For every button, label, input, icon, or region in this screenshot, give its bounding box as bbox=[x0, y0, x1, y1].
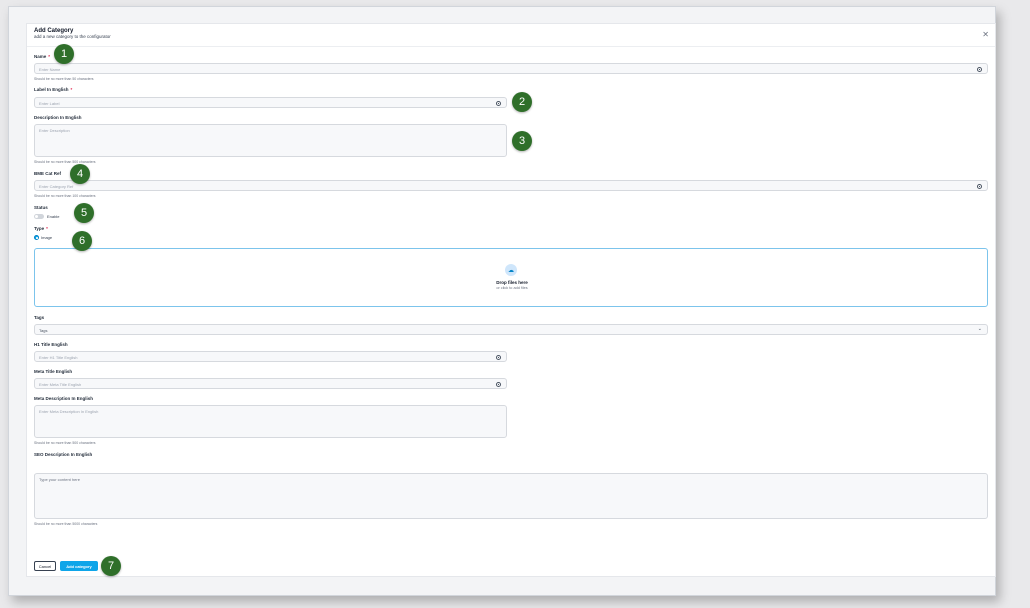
annotation-badge-6: 6 bbox=[72, 231, 92, 251]
annotation-badge-2: 2 bbox=[512, 92, 532, 112]
label-en-placeholder: Enter Label bbox=[39, 101, 60, 106]
description-en-hint: Should be no more than 500 characters bbox=[34, 160, 96, 164]
info-icon bbox=[977, 67, 982, 72]
annotation-badge-7: 7 bbox=[101, 556, 121, 576]
info-icon bbox=[496, 355, 501, 360]
add-category-dialog: Add Category add a new category to the c… bbox=[26, 23, 996, 577]
annotation-badge-5: 5 bbox=[74, 203, 94, 223]
seo-description-label: SEO Description In English bbox=[34, 452, 93, 457]
tags-label: Tags bbox=[34, 315, 45, 320]
annotation-badge-4: 4 bbox=[70, 164, 90, 184]
annotation-badge-3: 3 bbox=[512, 131, 532, 151]
label-en-label-text: Label In English bbox=[34, 87, 69, 92]
dialog-subtitle: add a new category to the configurator bbox=[34, 34, 111, 39]
label-en-label: Label In English * bbox=[34, 87, 72, 92]
meta-title-placeholder: Enter Meta Title English bbox=[39, 382, 82, 387]
type-image-label: Image bbox=[41, 235, 53, 240]
header-divider bbox=[27, 46, 995, 47]
dropzone-title: Drop files here bbox=[496, 280, 528, 285]
tags-select[interactable]: Tags ⌄ bbox=[34, 324, 988, 335]
info-icon bbox=[496, 101, 501, 106]
annotation-badge-1: 1 bbox=[54, 44, 74, 64]
seo-description-placeholder: Type your content here bbox=[39, 477, 80, 482]
type-image-radio[interactable] bbox=[34, 235, 39, 240]
required-marker: * bbox=[46, 226, 48, 231]
h1-title-label: H1 Title English bbox=[34, 342, 68, 347]
meta-description-label: Meta Description In English bbox=[34, 396, 94, 401]
required-marker: * bbox=[48, 54, 51, 59]
bme-cat-ref-hint: Should be no more than 100 characters bbox=[34, 194, 96, 198]
seo-description-editor[interactable]: Type your content here bbox=[34, 473, 988, 519]
name-input[interactable]: Enter Name bbox=[34, 63, 988, 74]
description-en-label: Description In English bbox=[34, 115, 82, 120]
type-label: Type * bbox=[34, 226, 48, 231]
chevron-down-icon: ⌄ bbox=[977, 326, 982, 332]
status-toggle[interactable] bbox=[34, 214, 44, 219]
meta-title-input[interactable]: Enter Meta Title English bbox=[34, 378, 507, 389]
meta-description-placeholder: Enter Meta Description In English bbox=[39, 409, 99, 414]
bme-cat-ref-placeholder: Enter Category Ref bbox=[39, 184, 74, 189]
tags-placeholder: Tags bbox=[39, 328, 48, 333]
dropzone-subtitle: or click to add files bbox=[496, 286, 528, 290]
status-label: Status bbox=[34, 205, 48, 210]
name-label-text: Name bbox=[34, 54, 47, 59]
cloud-upload-icon: ☁ bbox=[505, 264, 517, 276]
seo-description-hint: Should be no more than 5000 characters bbox=[34, 522, 98, 526]
name-placeholder: Enter Name bbox=[39, 67, 61, 72]
file-dropzone[interactable]: ☁ Drop files here or click to add files bbox=[34, 248, 988, 307]
label-en-input[interactable]: Enter Label bbox=[34, 97, 507, 108]
meta-description-hint: Should be no more than 500 characters bbox=[34, 441, 96, 445]
bme-cat-ref-input[interactable]: Enter Category Ref bbox=[34, 180, 988, 191]
close-icon[interactable]: ✕ bbox=[982, 30, 989, 39]
name-hint: Should be no more than 50 characters bbox=[34, 77, 94, 81]
description-en-placeholder: Enter Description bbox=[39, 128, 70, 133]
info-icon bbox=[496, 382, 501, 387]
h1-title-input[interactable]: Enter H1 Title English bbox=[34, 351, 507, 362]
status-toggle-label: Enable bbox=[47, 214, 60, 219]
type-label-text: Type bbox=[34, 226, 45, 231]
name-label: Name * bbox=[34, 54, 50, 59]
meta-title-label: Meta Title English bbox=[34, 369, 73, 374]
add-category-button[interactable]: Add category bbox=[60, 561, 98, 571]
meta-description-textarea[interactable]: Enter Meta Description In English bbox=[34, 405, 507, 438]
required-marker: * bbox=[70, 87, 73, 92]
bme-cat-ref-label: BME Cat Ref bbox=[34, 171, 62, 176]
description-en-textarea[interactable]: Enter Description bbox=[34, 124, 507, 157]
cancel-button[interactable]: Cancel bbox=[34, 561, 56, 571]
info-icon bbox=[977, 184, 982, 189]
h1-title-placeholder: Enter H1 Title English bbox=[39, 355, 78, 360]
